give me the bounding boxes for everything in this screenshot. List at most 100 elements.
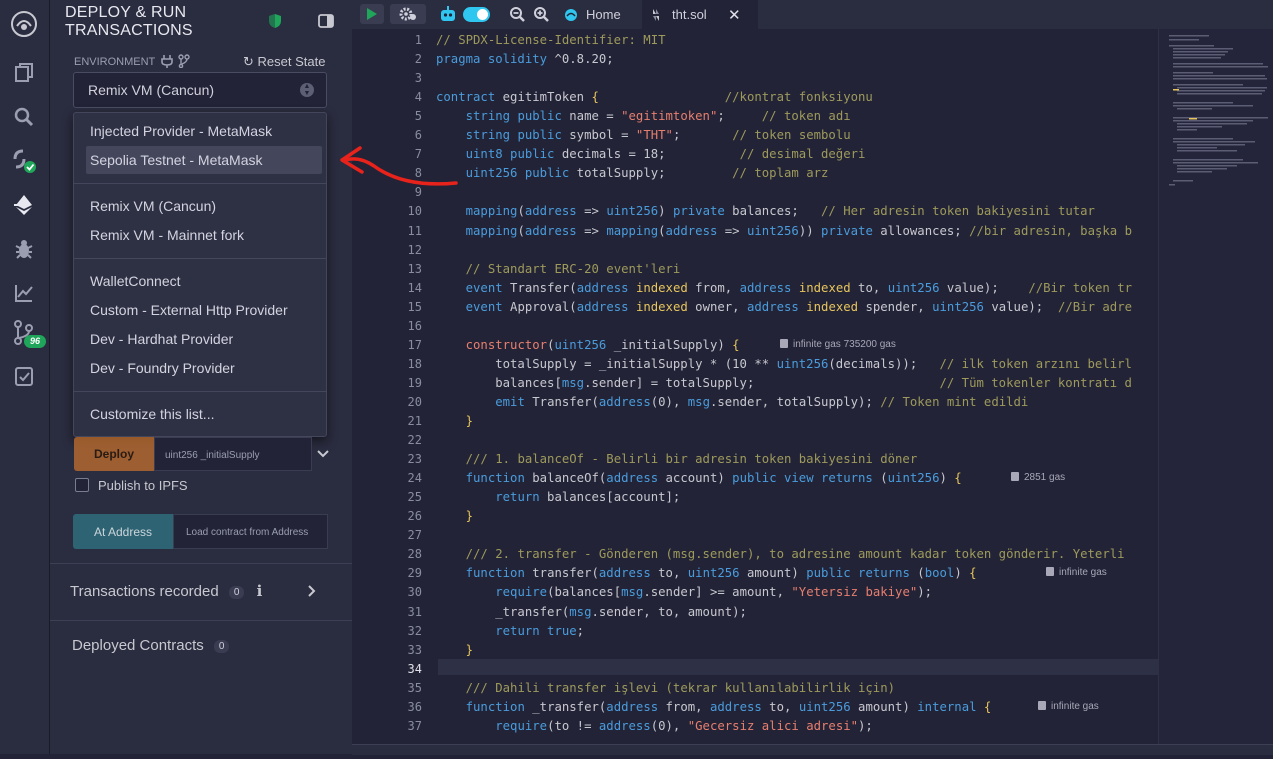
gas-estimate-hint: infinite gas <box>1046 567 1107 578</box>
remix-logo-icon[interactable] <box>9 9 39 39</box>
run-script-button[interactable] <box>360 4 384 24</box>
section-divider <box>50 620 352 621</box>
line-number: 36 <box>407 699 422 714</box>
gas-estimate-text: infinite gas 735200 gas <box>793 338 896 350</box>
line-number: 11 <box>407 223 422 238</box>
line-number: 3 <box>414 71 422 86</box>
at-address-button[interactable]: At Address <box>73 514 173 549</box>
code-line: /// Dahili transfer işlevi (tekrar kulla… <box>465 680 896 695</box>
dropdown-item-sepolia-testnet[interactable]: Sepolia Testnet - MetaMask <box>90 152 263 168</box>
line-number: 28 <box>407 547 422 562</box>
code-line: totalSupply = _initialSupply * (10 ** ui… <box>436 356 1132 371</box>
code-line: string public symbol = "THT"; // token s… <box>465 128 851 143</box>
dropdown-item-customize-list[interactable]: Customize this list... <box>90 406 214 422</box>
code-line: pragma solidity ^0.8.20; <box>436 52 614 67</box>
terminal-bar[interactable] <box>352 744 1273 755</box>
code-line: } <box>465 509 474 524</box>
line-number: 2 <box>414 52 422 67</box>
publish-ipfs-checkbox[interactable] <box>75 478 89 492</box>
file-explorer-icon[interactable] <box>9 58 39 88</box>
compile-settings-button[interactable] <box>390 4 426 24</box>
dropdown-item-remix-vm-mainnet-fork[interactable]: Remix VM - Mainnet fork <box>90 227 244 243</box>
initial-supply-input[interactable]: uint256 _initialSupply <box>154 437 312 471</box>
current-line-highlight <box>438 659 1160 675</box>
environment-select-value: Remix VM (Cancun) <box>88 82 215 98</box>
code-line: uint256 public totalSupply; // toplam ar… <box>465 166 829 181</box>
code-line: function _transfer(address from, address… <box>465 699 992 714</box>
code-line: balances[msg.sender] = totalSupply; // T… <box>436 375 1132 390</box>
dropdown-item-injected-provider[interactable]: Injected Provider - MetaMask <box>90 123 272 139</box>
line-number: 23 <box>407 452 422 467</box>
search-icon[interactable] <box>9 102 39 132</box>
close-tab-icon[interactable]: ✕ <box>728 6 741 24</box>
gas-estimate-hint: infinite gas 735200 gas <box>780 338 896 350</box>
environment-select[interactable]: Remix VM (Cancun) ▲ ▼ <box>73 72 327 108</box>
dropdown-item-walletconnect[interactable]: WalletConnect <box>90 273 181 289</box>
editor-minimap[interactable] <box>1158 29 1273 754</box>
line-number: 17 <box>407 337 422 352</box>
dropdown-item-hardhat-provider[interactable]: Dev - Hardhat Provider <box>90 331 233 347</box>
tab-home[interactable]: Home <box>564 0 621 29</box>
code-line: mapping(address => mapping(address => ui… <box>465 223 1132 238</box>
debugger-icon[interactable] <box>9 234 39 264</box>
line-number: 21 <box>407 414 422 428</box>
code-editor[interactable]: 1 2 3 4 5 6 7 8 9 10 11 12 13 14 15 16 17 18 19 20 21 22 23 24 2… <box>352 29 1273 754</box>
code-line: return balances[account]; <box>495 490 681 505</box>
play-icon <box>367 8 377 20</box>
line-number: 37 <box>407 718 422 733</box>
zoom-in-icon[interactable] <box>533 6 549 27</box>
code-line: string public name = "egitimtoken"; // t… <box>465 109 851 124</box>
code-line: function balanceOf(address account) publ… <box>465 471 962 486</box>
chevron-down-icon[interactable] <box>316 446 330 464</box>
git-changes-badge: 96 <box>24 335 46 348</box>
line-number: 30 <box>407 585 422 600</box>
section-divider <box>50 563 352 564</box>
line-number: 12 <box>407 242 422 257</box>
gas-estimate-text: 2851 gas <box>1024 472 1066 484</box>
deploy-run-icon[interactable] <box>9 190 39 220</box>
deploy-button[interactable]: Deploy <box>74 437 154 471</box>
code-line: emit Transfer(address(0), msg.sender, to… <box>495 394 1029 409</box>
line-number: 32 <box>407 623 422 638</box>
shield-icon[interactable] <box>268 13 282 34</box>
line-number: 16 <box>407 318 422 333</box>
panel-title-line2: TRANSACTIONS <box>65 22 193 39</box>
ai-assistant-icon[interactable] <box>438 4 458 29</box>
minimap-preview <box>1169 35 1268 186</box>
code-line: function transfer(address to, uint256 am… <box>465 566 977 581</box>
transactions-recorded-count: 0 <box>228 585 245 599</box>
transactions-recorded-header[interactable]: Transactions recorded 0 i <box>70 582 262 600</box>
line-number: 24 <box>407 471 422 486</box>
code-line: require(to != address(0), "Gecersiz alic… <box>495 718 873 733</box>
chevron-right-icon[interactable] <box>306 584 316 603</box>
line-number: 29 <box>407 566 422 581</box>
reset-state-label: Reset State <box>257 54 326 69</box>
deploy-run-panel: DEPLOY & RUN TRANSACTIONS ENVIRONMENT ↻ … <box>50 0 353 754</box>
panel-title: DEPLOY & RUN TRANSACTIONS <box>65 4 193 40</box>
verify-icon[interactable] <box>9 361 39 391</box>
zoom-out-icon[interactable] <box>509 6 525 27</box>
dropdown-item-custom-http-provider[interactable]: Custom - External Http Provider <box>90 302 288 318</box>
line-number: 35 <box>407 680 422 695</box>
line-number: 14 <box>407 280 422 295</box>
gear-icon <box>399 7 416 21</box>
dropdown-item-remix-vm-cancun[interactable]: Remix VM (Cancun) <box>90 198 216 214</box>
dropdown-item-foundry-provider[interactable]: Dev - Foundry Provider <box>90 360 235 376</box>
gas-pump-icon <box>780 338 788 348</box>
solidity-file-icon <box>653 8 659 21</box>
icon-sidebar: 96 <box>0 0 50 754</box>
info-icon[interactable]: i <box>257 582 263 600</box>
gas-pump-icon <box>1038 700 1046 710</box>
line-number: 13 <box>407 261 422 276</box>
panel-toggle-icon[interactable] <box>318 14 334 33</box>
code-line: mapping(address => uint256) private bala… <box>465 204 1095 219</box>
line-number: 1 <box>414 33 422 47</box>
code-line: uint8 public decimals = 18; // desimal d… <box>465 147 866 162</box>
ai-toggle-switch[interactable] <box>463 7 490 22</box>
load-contract-address-input[interactable]: Load contract from Address <box>173 514 328 549</box>
analysis-icon[interactable] <box>9 278 39 308</box>
fork-icon <box>178 54 190 73</box>
solidity-compiler-icon[interactable] <box>9 146 39 176</box>
tab-tht-sol[interactable]: tht.sol ✕ <box>642 0 758 29</box>
reset-state-button[interactable]: ↻ Reset State <box>243 54 325 70</box>
